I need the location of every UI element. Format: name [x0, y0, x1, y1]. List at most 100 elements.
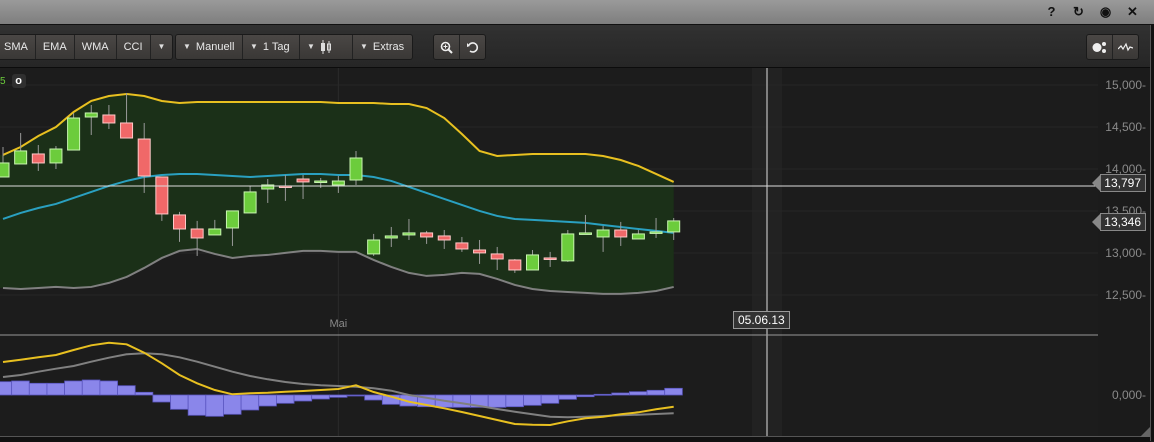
macd-histogram-bar	[364, 394, 383, 401]
zoom-button[interactable]	[434, 35, 460, 59]
sma-label: SMA	[4, 41, 28, 53]
candle-bearish	[296, 178, 310, 183]
wma-label: WMA	[81, 41, 109, 53]
indicator-settings-button[interactable]	[1087, 35, 1113, 59]
resize-handle[interactable]	[1140, 427, 1150, 437]
macd-histogram-bar	[170, 394, 189, 410]
close-icon[interactable]: ✕	[1125, 4, 1140, 20]
candle-bearish	[490, 253, 504, 260]
candle-bullish	[561, 233, 575, 262]
candle-bearish	[190, 228, 204, 239]
candle-bearish	[155, 176, 169, 215]
macd-histogram-bar	[134, 391, 154, 396]
extras-label: Extras	[372, 41, 405, 53]
candle-bullish	[331, 180, 345, 186]
macd-histogram-bar	[275, 394, 295, 404]
candle-bullish	[49, 148, 63, 164]
window-titlebar: ? ↻ ◉ ✕	[0, 0, 1154, 25]
macd-histogram-bar	[117, 385, 136, 396]
more-indicators-dropdown[interactable]: ▼	[151, 35, 173, 59]
candle-bullish	[225, 210, 239, 229]
macd-histogram-bar	[629, 391, 648, 396]
macd-histogram-bar	[611, 392, 630, 396]
indicator-legend: 5 o	[0, 74, 26, 88]
interval-dropdown[interactable]: ▼ 1 Tag	[243, 35, 300, 59]
candle-bullish	[314, 180, 328, 184]
candle-bearish	[437, 235, 451, 241]
crosshair-date-label: 05.06.13	[733, 311, 790, 329]
y-tick-label: 15,000-	[1105, 78, 1146, 92]
macd-histogram-bar	[28, 382, 48, 396]
candle-bullish	[14, 150, 28, 165]
candle-bullish	[67, 117, 81, 151]
legend-period: 5	[0, 75, 6, 87]
candle-bullish	[384, 235, 398, 239]
right-tools-group	[1086, 34, 1139, 60]
macd-histogram-bar	[187, 394, 207, 416]
undo-button[interactable]	[460, 35, 485, 59]
candle-bullish	[649, 231, 663, 234]
indicator-settings-icon	[1092, 41, 1106, 53]
chevron-down-icon: ▼	[183, 42, 191, 51]
macd-histogram-bar	[64, 380, 83, 396]
record-icon[interactable]: ◉	[1098, 4, 1113, 20]
candle-bullish	[402, 232, 416, 236]
candle-bullish	[84, 112, 98, 118]
macd-histogram-bar	[205, 394, 224, 417]
candle-bearish	[508, 259, 522, 271]
candle-bullish	[367, 239, 381, 255]
indicator-sma-button[interactable]: SMA	[0, 35, 36, 59]
candle-bearish	[543, 257, 557, 260]
chevron-down-icon: ▼	[360, 42, 368, 51]
candle-bullish	[578, 232, 592, 235]
indicator-wma-button[interactable]: WMA	[75, 35, 117, 59]
indicator-ema-button[interactable]: EMA	[36, 35, 75, 59]
macd-histogram-bar	[328, 394, 348, 398]
macd-histogram-bar	[576, 394, 595, 398]
cci-label: CCI	[123, 41, 143, 53]
macd-histogram-bar	[311, 394, 330, 400]
y-tick-label: 14,500-	[1105, 120, 1146, 134]
macd-histogram-bar	[505, 394, 524, 408]
legend-toggle-button[interactable]: o	[11, 74, 26, 88]
candle-bullish	[596, 229, 610, 238]
candle-bullish	[208, 228, 222, 236]
macd-histogram-bar	[487, 394, 507, 408]
zoom-group	[433, 34, 486, 60]
drawing-mode-dropdown[interactable]: ▼ Manuell	[176, 35, 243, 59]
chart-toolbar: SMA EMA WMA CCI ▼ ▼ Manuell ▼ 1 Tag ▼ ▼ Ext…	[0, 25, 1150, 68]
macd-histogram-bar	[223, 394, 242, 415]
macd-histogram-bar	[46, 382, 66, 396]
macd-histogram-bar	[0, 381, 13, 396]
ema-label: EMA	[42, 41, 67, 53]
candle-bearish	[420, 232, 434, 238]
indicator-cci-button[interactable]: CCI	[117, 35, 151, 59]
macd-histogram-bar	[540, 394, 560, 404]
sparkline-button[interactable]	[1113, 35, 1138, 59]
indicator-group: SMA EMA WMA CCI ▼	[0, 34, 174, 60]
chart-settings-group: ▼ Manuell ▼ 1 Tag ▼ ▼ Extras	[175, 34, 413, 60]
candle-bearish	[137, 138, 151, 177]
interval-label: 1 Tag	[262, 41, 290, 53]
candle-bearish	[173, 214, 186, 230]
help-icon[interactable]: ?	[1044, 4, 1059, 20]
y-tick-label: 13,000-	[1105, 246, 1146, 260]
chart-type-dropdown[interactable]: ▼	[300, 35, 353, 59]
candle-bullish	[349, 157, 363, 181]
chevron-down-icon: ▼	[307, 42, 315, 51]
drawing-mode-label: Manuell	[195, 41, 235, 53]
extras-dropdown[interactable]: ▼ Extras	[353, 35, 412, 59]
crosshair-price-label: 13,797	[1092, 174, 1146, 192]
candle-bullish	[0, 162, 10, 178]
candle-bearish	[473, 249, 487, 254]
candle-bearish	[614, 229, 628, 238]
macd-histogram-bar	[293, 394, 313, 402]
candle-bullish	[243, 191, 257, 214]
candle-bullish	[526, 254, 539, 271]
candle-bearish	[31, 153, 45, 164]
macd-histogram-bar	[11, 380, 30, 396]
reset-icon[interactable]: ↻	[1071, 4, 1086, 20]
window-right-border	[1150, 25, 1154, 441]
macd-histogram-bar	[152, 394, 171, 403]
candle-bearish	[455, 242, 469, 250]
